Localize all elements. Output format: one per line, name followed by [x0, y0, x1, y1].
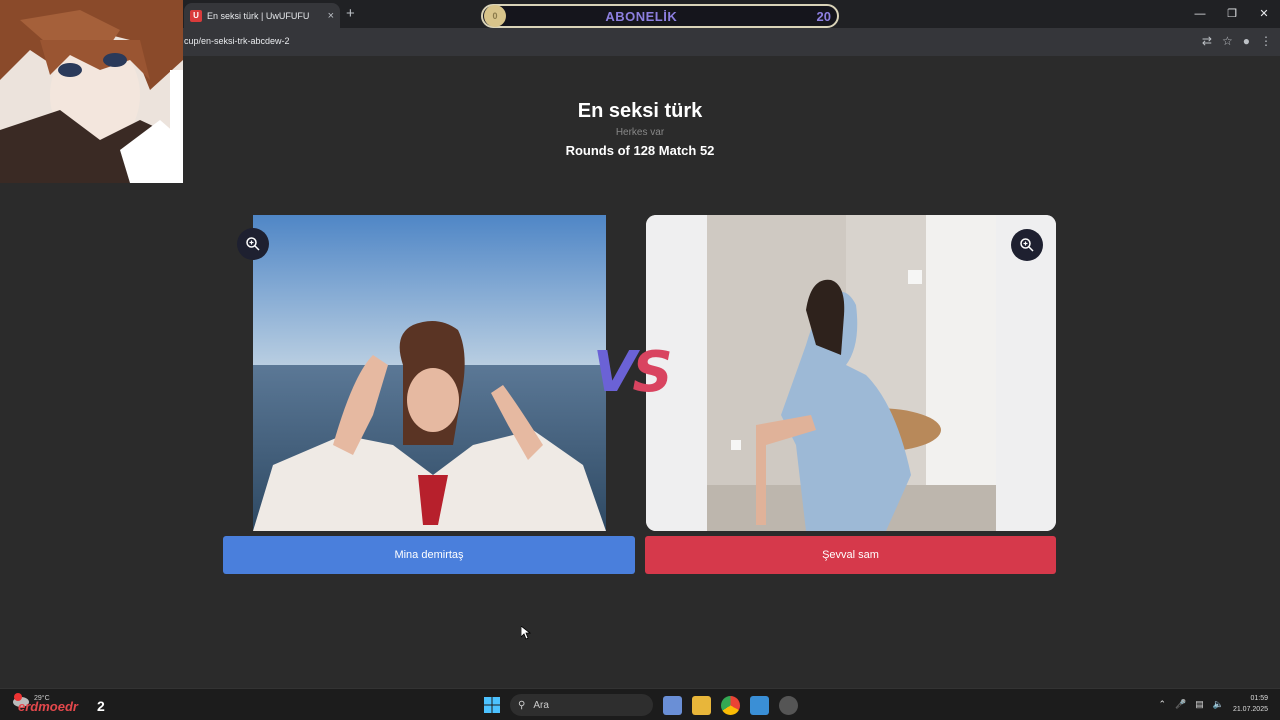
windows-taskbar: 29°C erdmoedr 2 ⚲ Ara ⌃ 🎤 ▤ 🔈 01:59 21.0…: [0, 688, 1280, 720]
chevron-up-icon[interactable]: ⌃: [1158, 699, 1166, 710]
versus-badge: VS: [593, 340, 673, 405]
round-info: Rounds of 128 Match 52: [565, 143, 715, 158]
versus-v: V: [593, 340, 636, 405]
translate-icon[interactable]: ⇄: [1202, 34, 1212, 48]
minimize-icon[interactable]: —: [1184, 0, 1216, 28]
clock[interactable]: 01:59 21.07.2025: [1233, 693, 1268, 715]
streamer-name: erdmoedr: [18, 699, 78, 714]
zoom-left-button[interactable]: [237, 228, 269, 260]
page-subtitle: Herkes var: [615, 127, 665, 138]
taskbar-search[interactable]: ⚲ Ara: [510, 694, 653, 716]
subscription-label: ABONELİK: [605, 8, 678, 24]
address-bar: cup/en-seksi-trk-abcdew-2 ⇄ ☆ ● ⋮: [0, 28, 1280, 56]
subscription-goal-bar: 0 ABONELİK 20: [481, 4, 839, 28]
taskbar-apps: ⚲ Ara: [484, 694, 798, 716]
volume-icon[interactable]: 🔈: [1213, 699, 1224, 710]
microphone-icon[interactable]: 🎤: [1175, 699, 1186, 710]
contestant-left-photo[interactable]: [253, 215, 606, 531]
mouse-cursor-icon: [521, 626, 531, 640]
copilot-icon[interactable]: [663, 695, 682, 715]
tab-close-icon[interactable]: ×: [328, 10, 334, 22]
zoom-right-button[interactable]: [1011, 229, 1043, 261]
tab-title: En seksi türk | UwUFUFU: [207, 10, 310, 21]
profile-icon[interactable]: ●: [1243, 34, 1250, 48]
versus-s: S: [632, 340, 672, 405]
browser-tab[interactable]: U En seksi türk | UwUFUFU ×: [184, 3, 340, 28]
coin-icon: 0: [484, 5, 506, 27]
browser-toolbar: ⇄ ☆ ● ⋮: [1202, 34, 1272, 48]
system-tray: ⌃ 🎤 ▤ 🔈 01:59 21.07.2025: [1158, 693, 1268, 715]
windows-start-icon[interactable]: [484, 697, 500, 713]
search-icon: ⚲: [518, 699, 526, 711]
window-close-icon[interactable]: ✕: [1248, 0, 1280, 28]
menu-icon[interactable]: ⋮: [1260, 34, 1272, 48]
search-placeholder: Ara: [533, 699, 549, 711]
network-icon[interactable]: ▤: [1195, 699, 1204, 710]
bookmark-star-icon[interactable]: ☆: [1222, 34, 1233, 48]
app-f-icon[interactable]: [750, 695, 769, 715]
zoom-in-icon: [1020, 238, 1034, 252]
site-favicon-icon: U: [190, 9, 202, 22]
choose-right-button[interactable]: Şevval sam: [645, 536, 1056, 574]
choose-left-button[interactable]: Mina demirtaş: [223, 536, 635, 574]
page-title: En seksi türk: [577, 100, 703, 122]
url-field[interactable]: cup/en-seksi-trk-abcdew-2: [184, 36, 290, 46]
contestant-right-photo[interactable]: [646, 215, 1056, 531]
new-tab-button[interactable]: +: [346, 5, 355, 22]
streamer-count: 2: [97, 698, 105, 714]
zoom-in-icon: [246, 237, 260, 251]
subscription-count: 20: [816, 8, 831, 24]
chrome-icon[interactable]: [721, 695, 740, 715]
clock-date: 21.07.2025: [1232, 706, 1268, 713]
clock-time: 01:59: [1250, 695, 1268, 702]
restore-icon[interactable]: ❐: [1216, 0, 1248, 28]
file-explorer-icon[interactable]: [692, 695, 711, 715]
window-controls: — ❐ ✕: [1184, 0, 1280, 28]
app-circle-icon[interactable]: [779, 695, 798, 715]
